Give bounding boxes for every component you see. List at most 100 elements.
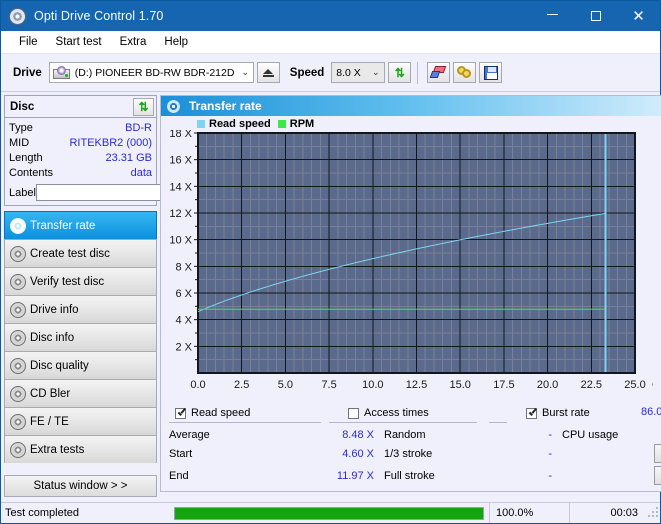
- sidebar-item-disc-info[interactable]: Disc info: [4, 323, 157, 351]
- disc-icon: [9, 8, 26, 25]
- app-window: Opti Drive Control 1.70 ✕ File Start tes…: [0, 0, 661, 524]
- progress-fill: [175, 508, 483, 519]
- nav-spacer: [4, 463, 157, 475]
- disc-icon: [10, 218, 26, 234]
- sidebar-item-extra-tests[interactable]: Extra tests: [4, 435, 157, 463]
- burst-rate-checkbox[interactable]: [526, 408, 537, 419]
- minimize-button[interactable]: [531, 1, 574, 31]
- disc-icon: [10, 442, 26, 458]
- sidebar-item-verify-test-disc[interactable]: Verify test disc: [4, 267, 157, 295]
- disc-icon: [10, 386, 26, 402]
- chart-area[interactable]: 2 X4 X6 X8 X10 X12 X14 X16 X18 X0.02.55.…: [161, 130, 661, 405]
- sidebar-item-transfer-rate[interactable]: Transfer rate: [4, 211, 157, 239]
- sidebar-item-label: Create test disc: [30, 248, 110, 260]
- access-times-checkbox[interactable]: [348, 408, 359, 419]
- svg-text:12 X: 12 X: [169, 208, 192, 220]
- sidebar-item-label: Drive info: [30, 304, 79, 316]
- drive-select[interactable]: (D:) PIONEER BD-RW BDR-212D 1.00 ⌄: [49, 62, 254, 83]
- svg-text:2 X: 2 X: [175, 341, 192, 353]
- svg-text:18 X: 18 X: [169, 130, 192, 140]
- stat-value-start: 4.60 X: [294, 448, 384, 460]
- sidebar-item-label: Disc quality: [30, 360, 89, 372]
- title-bar: Opti Drive Control 1.70 ✕: [1, 1, 660, 31]
- read-speed-label: Read speed: [191, 407, 250, 419]
- disc-refresh-button[interactable]: ⇅: [133, 98, 154, 116]
- legend-label-rpm: RPM: [290, 118, 314, 130]
- svg-text:25.0: 25.0: [624, 379, 645, 391]
- disc-row-key: MID: [9, 136, 29, 151]
- disc-info-header: Disc ⇅: [5, 96, 156, 118]
- maximize-button[interactable]: [574, 1, 617, 31]
- divider-mid: [329, 422, 477, 423]
- drive-toolbar: Drive (D:) PIONEER BD-RW BDR-212D 1.00 ⌄…: [1, 54, 660, 92]
- sidebar-item-cd-bler[interactable]: CD Bler: [4, 379, 157, 407]
- read-speed-option[interactable]: Read speed: [167, 405, 340, 419]
- svg-text:0.0: 0.0: [190, 379, 205, 391]
- chart-options-row: Read speed Access times Burst rate 86.0 …: [161, 405, 661, 419]
- eject-button[interactable]: [257, 62, 280, 83]
- rings-button[interactable]: [453, 62, 476, 83]
- eject-icon: [263, 69, 273, 74]
- resize-grip-icon[interactable]: [646, 507, 658, 519]
- svg-text:GB: GB: [652, 379, 653, 391]
- eraser-icon: [431, 66, 446, 79]
- save-button[interactable]: [479, 62, 502, 83]
- stat-key-end: End: [169, 470, 294, 482]
- sidebar-item-fe-te[interactable]: FE / TE: [4, 407, 157, 435]
- sidebar-item-drive-info[interactable]: Drive info: [4, 295, 157, 323]
- disc-icon: [10, 414, 26, 430]
- status-window-button[interactable]: Status window > >: [4, 475, 157, 497]
- drive-select-value: (D:) PIONEER BD-RW BDR-212D 1.00: [75, 67, 238, 79]
- stat-key-third-stroke: 1/3 stroke: [384, 448, 502, 460]
- stat-value-cpu: 2 %: [654, 429, 661, 441]
- toolbar-divider: [417, 62, 418, 84]
- disc-label-row: Label: [9, 184, 152, 201]
- burst-rate-label: Burst rate: [542, 407, 590, 419]
- sidebar-item-label: Disc info: [30, 332, 74, 344]
- svg-text:17.5: 17.5: [493, 379, 514, 391]
- drive-label: Drive: [13, 67, 42, 79]
- speed-select[interactable]: 8.0 X ⌄: [331, 62, 385, 83]
- window-controls: ✕: [531, 1, 660, 31]
- menu-item-start-test[interactable]: Start test: [47, 34, 111, 50]
- elapsed-time-value: 00:03: [610, 507, 638, 519]
- disc-row-value: data: [131, 166, 152, 181]
- svg-text:8 X: 8 X: [175, 261, 192, 273]
- stat-value-end: 11.97 X: [294, 470, 384, 482]
- sidebar-item-disc-quality[interactable]: Disc quality: [4, 351, 157, 379]
- read-speed-checkbox[interactable]: [175, 408, 186, 419]
- divider-left: [169, 422, 321, 423]
- svg-text:6 X: 6 X: [175, 288, 192, 300]
- menu-item-file[interactable]: File: [10, 34, 47, 50]
- start-part-button[interactable]: Start part: [654, 466, 661, 485]
- access-times-option[interactable]: Access times: [340, 405, 518, 419]
- transfer-rate-chart[interactable]: 2 X4 X6 X8 X10 X12 X14 X16 X18 X0.02.55.…: [161, 130, 653, 405]
- panel-header: Transfer rate: [161, 96, 661, 116]
- disc-row-value: 23.31 GB: [106, 151, 152, 166]
- svg-text:16 X: 16 X: [169, 155, 192, 167]
- main-body: Disc ⇅ Type BD-R MID RITEKBR2 (000): [1, 92, 660, 495]
- svg-text:2.5: 2.5: [234, 379, 249, 391]
- close-button[interactable]: ✕: [617, 1, 660, 31]
- burst-rate-value: 86.0 MB/s: [641, 406, 661, 418]
- status-bar: Test completed 100.0% 00:03: [1, 502, 660, 523]
- menu-item-extra[interactable]: Extra: [111, 34, 156, 50]
- stat-value-random: -: [502, 429, 562, 441]
- disc-icon: [10, 358, 26, 374]
- svg-text:10.0: 10.0: [362, 379, 383, 391]
- menu-item-help[interactable]: Help: [155, 34, 197, 50]
- progress-cell: [169, 503, 489, 523]
- content-pane: Transfer rate Read speed RPM 2 X4 X6 X8 …: [159, 92, 661, 495]
- stat-key-random: Random: [384, 429, 502, 441]
- start-full-button[interactable]: Start full: [654, 444, 661, 463]
- sidebar-item-label: Verify test disc: [30, 276, 104, 288]
- stats-grid: Average 8.48 X Random - CPU usage 2 % St…: [161, 423, 661, 485]
- erase-button[interactable]: [427, 62, 450, 83]
- sidebar-item-label: FE / TE: [30, 416, 69, 428]
- burst-rate-option[interactable]: Burst rate: [518, 405, 641, 419]
- svg-text:10 X: 10 X: [169, 235, 192, 247]
- speed-label: Speed: [290, 67, 325, 79]
- refresh-drive-button[interactable]: ⇅: [388, 62, 411, 83]
- sidebar-item-create-test-disc[interactable]: Create test disc: [4, 239, 157, 267]
- disc-icon: [10, 246, 26, 262]
